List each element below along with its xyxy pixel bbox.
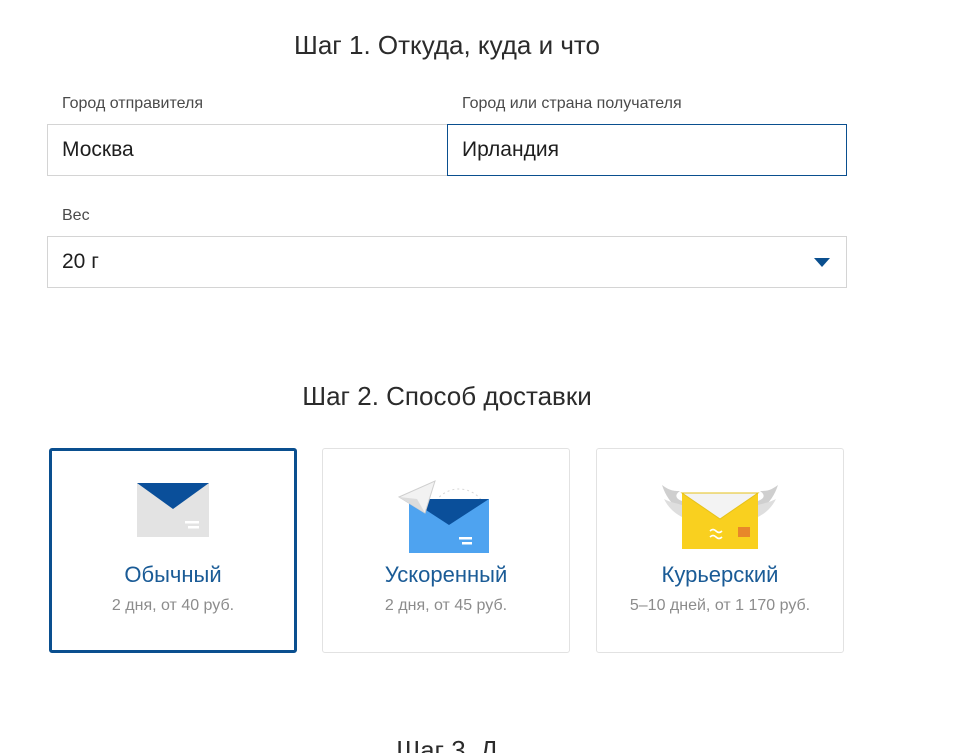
weight-select[interactable]: 20 г <box>47 236 847 288</box>
winged-envelope-icon <box>597 477 843 552</box>
option-title: Обычный <box>124 562 222 587</box>
step1-title: Шаг 1. Откуда, куда и что <box>294 30 600 60</box>
sender-city-label: Город отправителя <box>62 95 204 112</box>
delivery-option-regular[interactable]: Обычный 2 дня, от 40 руб. <box>49 448 297 653</box>
step2-title: Шаг 2. Способ доставки <box>302 381 592 411</box>
weight-select-value: 20 г <box>62 250 99 273</box>
option-subtitle: 2 дня, от 45 руб. <box>384 597 508 614</box>
delivery-option-courier[interactable]: Курьерский 5–10 дней, от 1 170 руб. <box>596 448 844 653</box>
option-subtitle: 5–10 дней, от 1 170 руб. <box>629 597 811 614</box>
paper-plane-envelope-icon <box>323 477 569 553</box>
caret-down-icon[interactable] <box>814 258 830 267</box>
sender-city-input[interactable] <box>47 124 448 176</box>
delivery-calculator: Шаг 1. Откуда, куда и что Город отправит… <box>0 0 955 753</box>
option-subtitle: 2 дня, от 40 руб. <box>111 597 235 614</box>
recipient-input[interactable] <box>447 124 847 176</box>
option-title: Ускоренный <box>384 562 508 587</box>
delivery-option-express[interactable]: Ускоренный 2 дня, от 45 руб. <box>322 448 570 653</box>
envelope-icon <box>52 477 294 552</box>
option-title: Курьерский <box>661 562 779 587</box>
step3-title: Шаг 3. Д <box>396 735 498 753</box>
recipient-label: Город или страна получателя <box>462 95 682 112</box>
weight-label: Вес <box>62 207 90 224</box>
